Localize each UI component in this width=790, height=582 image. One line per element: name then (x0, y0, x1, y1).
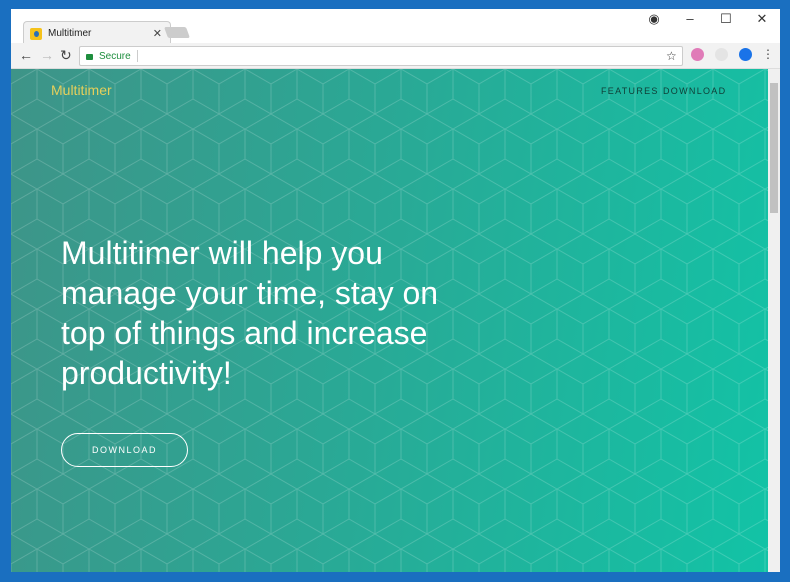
security-label: Secure (99, 50, 131, 62)
hero-headline: Multitimer will help you manage your tim… (61, 235, 439, 391)
web-page: Multitimer FEATURES DOWNLOAD Multitimer … (11, 69, 768, 572)
new-tab-button[interactable] (163, 27, 191, 38)
bookmark-star-icon[interactable]: ☆ (666, 49, 677, 63)
menu-icon[interactable]: ⋮ (762, 47, 774, 61)
close-tab-icon[interactable]: ✕ (153, 27, 162, 40)
extension-icon[interactable] (691, 48, 704, 61)
forward-icon[interactable]: → (40, 47, 54, 63)
minimize-icon[interactable]: – (672, 11, 708, 27)
browser-window: Multitimer ✕ ◉ – ☐ ✕ ← → ↻ Secure ☆ ⋮ Mu… (11, 9, 780, 572)
scrollbar-thumb[interactable] (770, 83, 778, 213)
reload-icon[interactable]: ↻ (60, 47, 72, 64)
maximize-icon[interactable]: ☐ (708, 11, 744, 27)
tab-title: Multitimer (48, 28, 92, 39)
site-logo[interactable]: Multitimer (51, 82, 112, 98)
download-button[interactable]: DOWNLOAD (61, 433, 188, 467)
search-extension-icon[interactable] (739, 48, 752, 61)
link-extension-icon[interactable] (715, 48, 728, 61)
favicon-icon (30, 27, 42, 40)
lock-icon (86, 54, 93, 60)
address-bar[interactable]: Secure ☆ (79, 46, 683, 66)
close-window-icon[interactable]: ✕ (744, 11, 780, 27)
nav-download[interactable]: DOWNLOAD (663, 86, 726, 96)
tab-multitimer[interactable]: Multitimer ✕ (23, 21, 171, 45)
tab-bar: Multitimer ✕ ◉ – ☐ ✕ (11, 9, 780, 45)
back-icon[interactable]: ← (19, 47, 33, 63)
nav-features[interactable]: FEATURES (601, 86, 659, 96)
scrollbar[interactable] (768, 69, 780, 572)
toolbar: ← → ↻ Secure ☆ ⋮ (11, 43, 780, 69)
profile-icon[interactable]: ◉ (636, 11, 672, 27)
